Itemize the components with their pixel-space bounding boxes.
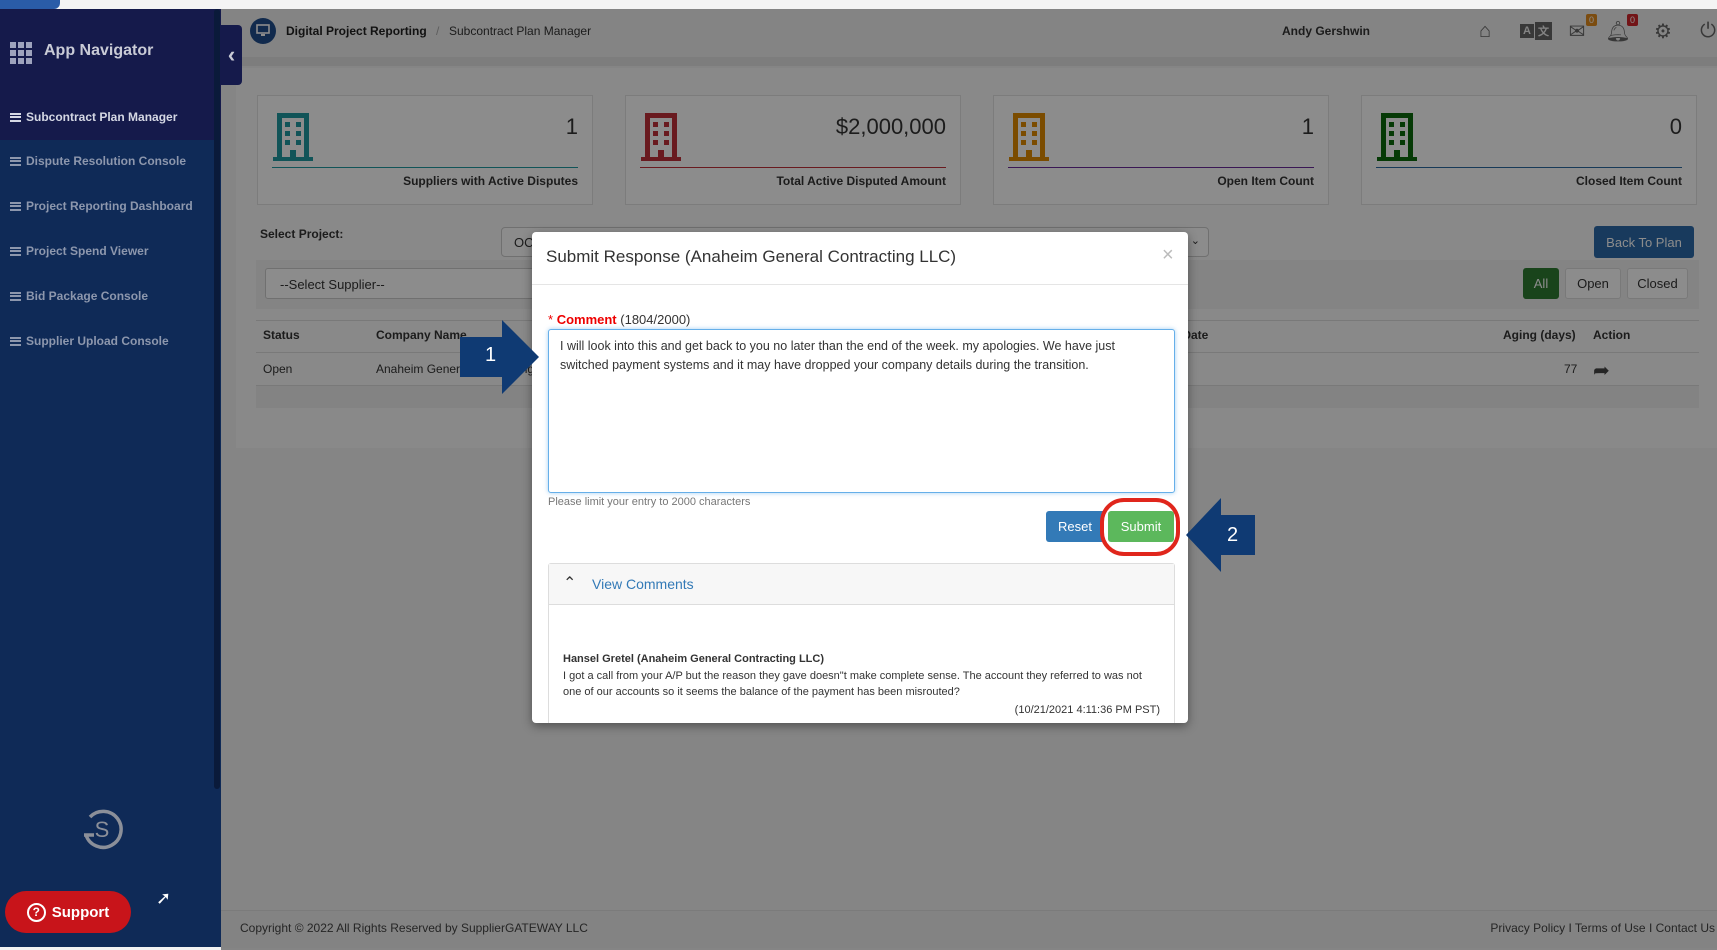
- browser-top-bar: [0, 0, 1717, 9]
- list-icon: [10, 291, 21, 301]
- comment-label-text: Comment: [556, 312, 617, 327]
- collapse-sidebar-button[interactable]: ‹: [221, 25, 242, 85]
- comment-hint: Please limit your entry to 2000 characte…: [548, 496, 751, 508]
- submit-response-modal: Submit Response (Anaheim General Contrac…: [532, 232, 1188, 723]
- modal-title: Submit Response (Anaheim General Contrac…: [546, 247, 957, 266]
- sidebar-item-label: Supplier Upload Console: [26, 334, 169, 348]
- comment-textarea[interactable]: [548, 329, 1175, 493]
- comment-timestamp: (10/21/2021 4:11:36 PM PST): [1014, 704, 1160, 716]
- list-icon: [10, 156, 21, 166]
- annotation-arrow-2: 2: [1186, 498, 1256, 573]
- close-icon[interactable]: ×: [1162, 244, 1174, 267]
- view-comments-link[interactable]: View Comments: [592, 576, 694, 592]
- sidebar-scrollbar[interactable]: [214, 9, 220, 789]
- sidebar-item-supplier-upload-console[interactable]: Supplier Upload Console: [0, 321, 215, 361]
- support-button[interactable]: ? Support: [5, 891, 131, 933]
- required-mark: *: [548, 312, 554, 327]
- list-icon: [10, 336, 21, 346]
- mouse-cursor-icon: ➚: [156, 888, 172, 908]
- sidebar-item-label: Subcontract Plan Manager: [26, 110, 178, 124]
- app-navigator-title: App Navigator: [44, 42, 154, 59]
- svg-text:S: S: [95, 817, 110, 842]
- sidebar-item-bid-package-console[interactable]: Bid Package Console: [0, 276, 215, 316]
- comment-label: * Comment (1804/2000): [548, 312, 690, 327]
- support-label: Support: [51, 903, 110, 921]
- sidebar: App Navigator Subcontract Plan Manager D…: [0, 9, 221, 947]
- modal-header-divider: [532, 284, 1188, 285]
- comment-text: I got a call from your A/P but the reaso…: [563, 670, 1142, 698]
- view-comments-panel: ⌃ View Comments Hansel Gretel (Anaheim G…: [548, 563, 1175, 723]
- reset-button[interactable]: Reset: [1046, 511, 1104, 542]
- comment-char-count: (1804/2000): [620, 312, 691, 327]
- sidebar-item-project-reporting-dashboard[interactable]: Project Reporting Dashboard: [0, 186, 215, 226]
- comment-author: Hansel Gretel (Anaheim General Contracti…: [563, 653, 824, 665]
- sidebar-item-label: Project Reporting Dashboard: [26, 199, 193, 213]
- arrow-right-icon: [460, 320, 539, 394]
- list-icon: [10, 112, 21, 122]
- annotation-arrow-1: 1: [460, 320, 540, 395]
- sidebar-item-project-spend-viewer[interactable]: Project Spend Viewer: [0, 231, 215, 271]
- view-comments-header[interactable]: ⌃ View Comments: [549, 564, 1174, 605]
- suppliergateway-logo: S: [84, 809, 123, 850]
- list-icon: [10, 201, 21, 211]
- step-number: 1: [485, 344, 497, 366]
- step-number: 2: [1227, 524, 1239, 546]
- sidebar-item-dispute-resolution-console[interactable]: Dispute Resolution Console: [0, 141, 215, 181]
- app-grid-icon[interactable]: [10, 42, 32, 64]
- sidebar-item-label: Dispute Resolution Console: [26, 154, 187, 168]
- chevron-up-icon[interactable]: ⌃: [563, 573, 576, 593]
- browser-tab[interactable]: [0, 0, 60, 9]
- list-icon: [10, 246, 21, 256]
- submit-highlight-circle: [1100, 498, 1180, 556]
- sidebar-item-label: Bid Package Console: [26, 289, 149, 303]
- help-icon: ?: [26, 902, 46, 922]
- sidebar-item-label: Project Spend Viewer: [26, 244, 149, 258]
- arrow-left-icon: [1186, 498, 1255, 572]
- sidebar-item-subcontract-plan-manager[interactable]: Subcontract Plan Manager: [0, 97, 215, 137]
